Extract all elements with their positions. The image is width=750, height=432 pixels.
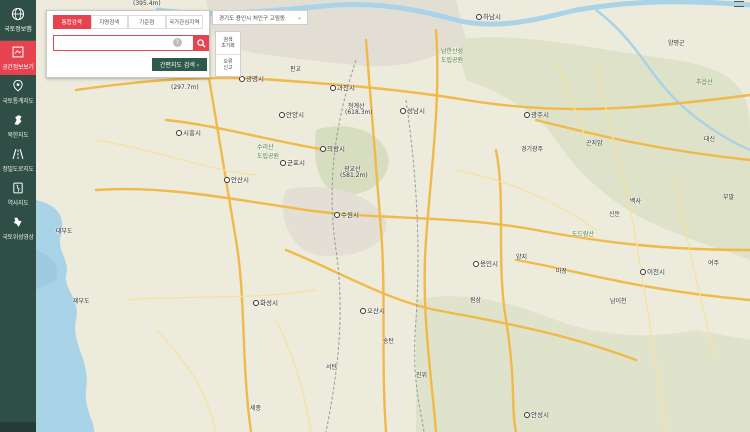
location-text: 경기도 용인시 처인구 고림동 (219, 15, 285, 22)
map-label: 시흥시 (176, 127, 201, 137)
sidebar-item-label: 북한지도 (7, 132, 29, 139)
tab-integrated-search[interactable]: 통합검색 (53, 15, 91, 29)
sidebar-item-label: 국토위성영상 (2, 234, 34, 241)
map-label: 화성시 (253, 297, 278, 307)
sidebar-item-north-korea-map[interactable]: 북한지도 (0, 109, 36, 143)
search-panel: 통합검색 지명검색 기준점 국가관심지역 ? 간편지도 검색 › (46, 10, 210, 78)
map-label: 백사 (630, 198, 642, 205)
map-label: 광주시 (524, 109, 549, 119)
map-label: 용인시 (473, 258, 498, 268)
map-label: 하남시 (476, 11, 501, 21)
map-label: 남이천 (610, 298, 627, 305)
globe-icon (11, 7, 25, 21)
map-label: 안산시 (224, 174, 249, 184)
map-label: 성남시 (400, 105, 425, 115)
satellite-icon (13, 217, 22, 227)
map-label: 안성시 (524, 409, 549, 419)
menu-bar-icon (734, 1, 744, 7)
report-error-label: 오류 신고 (223, 59, 233, 72)
map-label: 수리산 도립공원 (257, 144, 280, 160)
map-label: (395.4m) (133, 0, 161, 7)
map-label: 부발 (723, 194, 735, 201)
map-label: 마장 (556, 268, 568, 275)
search-button[interactable] (193, 35, 209, 51)
map-label: (581.2m) (340, 172, 368, 179)
map-label: 안양시 (279, 109, 304, 119)
map-label: 신둔 (609, 211, 621, 218)
sidebar-item-precision-road-map[interactable]: 정밀도로지도 (0, 143, 36, 177)
map-label: 원삼 (470, 297, 482, 304)
search-row: ? (53, 35, 209, 51)
sidebar-item-statistics-map[interactable]: 국토통계지도 (0, 75, 36, 109)
map-label: 세종 (250, 405, 262, 412)
sidebar-item-history-map[interactable]: 역사지도 (0, 177, 36, 211)
map-menu-toggle[interactable] (734, 1, 744, 7)
history-map-icon (13, 182, 23, 194)
layers-icon (12, 46, 24, 58)
search-tabs: 통합검색 지명검색 기준점 국가관심지역 (53, 15, 203, 29)
simple-map-search-button[interactable]: 간편지도 검색 › (152, 58, 207, 71)
map-label: 여주 (708, 260, 720, 267)
reset-search-button[interactable]: 검색 초기화 (216, 32, 240, 55)
sidebar-item-label: 정밀도로지도 (2, 166, 34, 173)
map-label: 곤지암 (586, 140, 603, 147)
tab-place-name-search[interactable]: 지명검색 (90, 15, 128, 29)
sidebar-footer (0, 422, 36, 432)
sidebar-item-label: 공간정보보기 (2, 64, 34, 71)
map-label: 대신 (704, 136, 716, 143)
map-label: 판교 (290, 66, 302, 73)
sidebar-item-spatial-info[interactable]: 공간정보보기 (0, 41, 36, 75)
map-pin-stats-icon (13, 79, 23, 92)
map-label: 대부도 (56, 228, 73, 235)
sidebar-item-label: 국토통계지도 (2, 98, 34, 105)
logo[interactable]: 국토정보맵 (0, 0, 36, 41)
road-icon (12, 148, 24, 160)
search-icon (196, 38, 206, 48)
current-location-select[interactable]: 경기도 용인시 처인구 고림동 ⌄ (212, 10, 308, 25)
map-label: 군포시 (280, 157, 305, 167)
map-label: 과천시 (330, 82, 355, 92)
map-label: 도드람산 (572, 231, 595, 238)
map-label: 제부도 (73, 298, 90, 305)
map-label: 진위 (416, 372, 428, 379)
map-label: 광명시 (239, 73, 264, 83)
map-label: 수원시 (334, 209, 359, 219)
map-label: 서탄 (326, 364, 338, 371)
map-label: (618.3m) (345, 109, 373, 116)
north-korea-map-icon (14, 115, 22, 125)
map-label: 의왕시 (320, 143, 345, 153)
map-label: 양평군 (668, 40, 685, 47)
map-label: 양지 (516, 254, 528, 261)
report-error-button[interactable]: 오류 신고 (216, 55, 240, 77)
tab-reference-point[interactable]: 기준점 (128, 15, 166, 29)
map-label: 경기광주 (521, 146, 544, 153)
sidebar: 국토정보맵 공간정보보기 국토통계지도 북한지도 정밀도로지도 역사지도 국토위… (0, 0, 36, 432)
map-label: 오산시 (360, 305, 385, 315)
chevron-down-icon: ⌄ (296, 14, 302, 21)
logo-label: 국토정보맵 (4, 26, 32, 33)
tab-national-interest-area[interactable]: 국가관심지역 (165, 15, 203, 29)
help-icon[interactable]: ? (173, 38, 182, 47)
map-label: (297.7m) (171, 84, 199, 91)
map-label: 추읍산 (696, 79, 713, 86)
map-label: 남한산성 도립공원 (441, 48, 464, 64)
reset-search-label: 검색 초기화 (221, 36, 235, 49)
map-label: 이천시 (640, 266, 665, 276)
urban-suwon (282, 186, 387, 256)
sidebar-item-satellite[interactable]: 국토위성영상 (0, 211, 36, 245)
sidebar-item-label: 역사지도 (7, 200, 29, 207)
map-label: 송탄 (383, 338, 395, 345)
tool-stack: 검색 초기화 오류 신고 (215, 31, 241, 77)
